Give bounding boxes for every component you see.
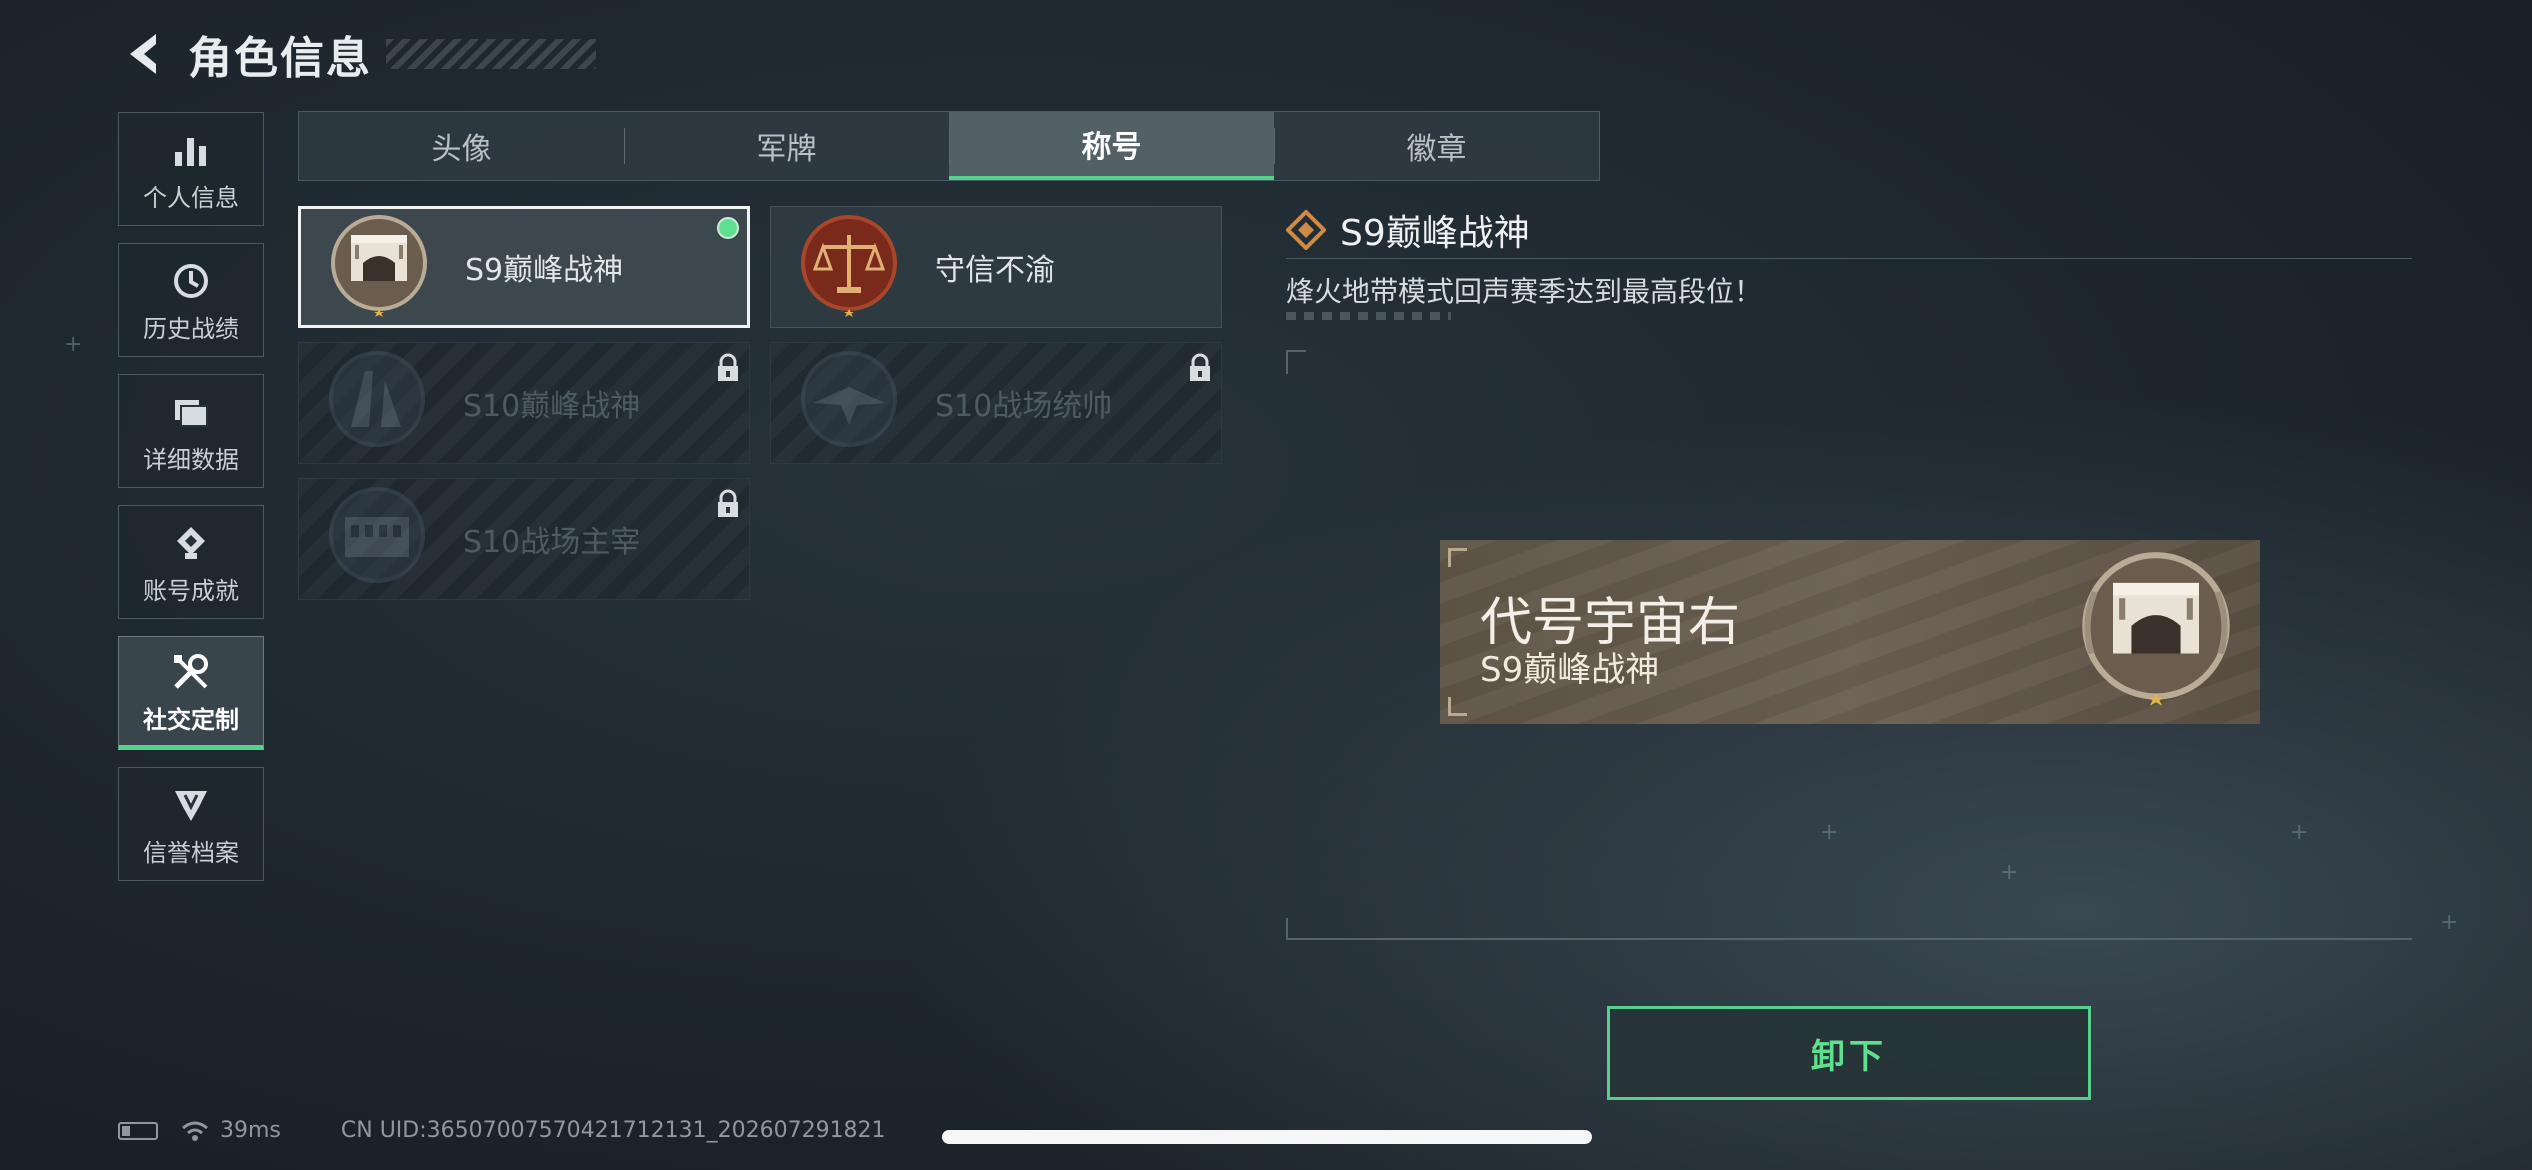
grid-cross-decoration: +	[64, 332, 83, 357]
title-card-s10-battlefield-marshal[interactable]: S10战场统帅	[770, 342, 1222, 464]
sidebar-item-label: 账号成就	[143, 576, 239, 605]
tab-dog-tag[interactable]: 军牌	[624, 112, 949, 180]
lock-icon	[1190, 353, 1210, 381]
tab-avatar[interactable]: 头像	[299, 112, 624, 180]
equipped-indicator	[717, 217, 739, 239]
divider	[1286, 258, 2412, 259]
title-card-s10-peak-war-god[interactable]: S10巅峰战神	[298, 342, 750, 464]
detail-decoration	[1286, 312, 1451, 320]
sidebar-item-label: 历史战绩	[143, 314, 239, 343]
title-card-keep-faith[interactable]: 守信不渝	[770, 206, 1222, 328]
uid-text: CN UID:36507007570421712131_202607291821	[340, 1118, 886, 1143]
divider	[1286, 938, 2412, 940]
battery-icon	[118, 1121, 158, 1140]
sidebar-item-achievements[interactable]: 账号成就	[118, 505, 264, 619]
title-card-s9-peak-war-god[interactable]: S9巅峰战神	[298, 206, 750, 328]
sidebar-item-personal-info[interactable]: 个人信息	[118, 112, 264, 226]
ping-text: 39ms	[220, 1118, 281, 1143]
back-arrow-icon	[130, 34, 156, 74]
tab-title[interactable]: 称号	[949, 112, 1274, 180]
detail-title-name: S9巅峰战神	[1340, 213, 1530, 254]
title-name: 守信不渝	[935, 253, 1055, 288]
sidebar-item-detailed-data[interactable]: 详细数据	[118, 374, 264, 488]
title-card-s10-battlefield-ruler[interactable]: S10战场主宰	[298, 478, 750, 600]
preview-title: S9巅峰战神	[1480, 650, 1660, 690]
sidebar-item-label: 信誉档案	[143, 838, 239, 867]
page-header: 角色信息	[118, 26, 596, 84]
back-button[interactable]	[118, 26, 168, 82]
bar-chart-icon	[167, 126, 215, 174]
tools-icon	[167, 648, 215, 696]
title-name: S10巅峰战神	[463, 389, 641, 424]
sidebar-item-label: 详细数据	[143, 445, 239, 474]
lock-icon	[718, 353, 738, 381]
shield-emblem-icon	[167, 781, 215, 829]
unequip-button[interactable]: 卸下	[1607, 1006, 2091, 1100]
sidebar-item-reputation[interactable]: 信誉档案	[118, 767, 264, 881]
folder-icon	[167, 388, 215, 436]
detail-header: S9巅峰战神	[1286, 204, 1530, 256]
title-name: S9巅峰战神	[465, 253, 624, 288]
home-indicator[interactable]	[942, 1130, 1592, 1144]
diamond-title-icon	[1286, 210, 1326, 250]
jet-emblem-icon	[801, 351, 897, 447]
fortress-emblem-icon	[331, 215, 427, 317]
sidebar: 个人信息 历史战绩 详细数据 账号成就 社交定制 信誉档案	[118, 112, 266, 898]
title-decoration	[386, 39, 596, 69]
grid-cross-decoration: +	[2440, 910, 2459, 935]
wifi-icon	[182, 1121, 208, 1141]
sidebar-item-label: 社交定制	[143, 705, 239, 734]
page-title: 角色信息	[188, 33, 372, 84]
title-name: S10战场主宰	[463, 525, 641, 560]
title-name: S10战场统帅	[935, 389, 1113, 424]
fortress-emblem-icon	[2082, 552, 2230, 706]
lock-icon	[718, 489, 738, 517]
status-bar: 39ms CN UID:36507007570421712131_2026072…	[118, 1118, 886, 1143]
sidebar-item-history[interactable]: 历史战绩	[118, 243, 264, 357]
achievement-badge-icon	[167, 519, 215, 567]
clock-icon	[167, 257, 215, 305]
tab-badge[interactable]: 徽章	[1274, 112, 1599, 180]
tab-bar: 头像 军牌 称号 徽章	[298, 111, 1600, 181]
colosseum-emblem-icon	[329, 487, 425, 583]
nameplate-preview: 代号宇宙右 S9巅峰战神	[1440, 540, 2260, 724]
justice-scale-emblem-icon	[801, 215, 897, 317]
sidebar-item-label: 个人信息	[143, 183, 239, 212]
sidebar-item-social-custom[interactable]: 社交定制	[118, 636, 264, 750]
tower-emblem-icon	[329, 351, 425, 447]
detail-description: 烽火地带模式回声赛季达到最高段位！	[1286, 275, 1763, 308]
